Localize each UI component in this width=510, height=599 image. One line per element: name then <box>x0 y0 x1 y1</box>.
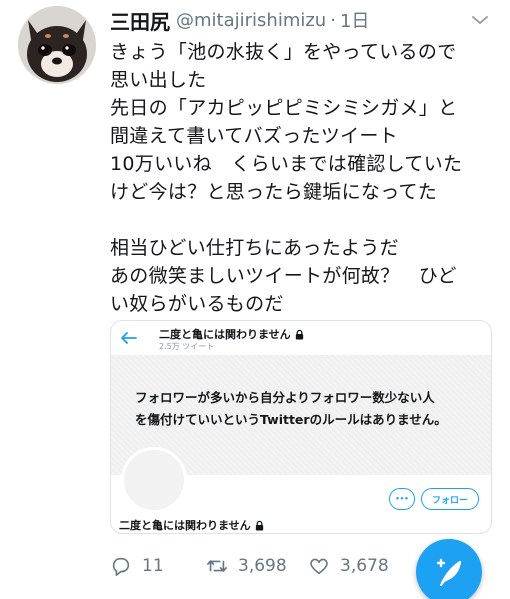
card-profile-name-text: 二度と亀には関わりません <box>119 519 251 532</box>
tweet-text-line: きょう「池の水抜く」をやっているので <box>110 41 457 63</box>
lock-icon <box>295 329 303 340</box>
follow-button[interactable]: フォロー <box>421 488 479 510</box>
tweet-text-line: 相当ひどい仕打ちにあったようだ <box>110 237 399 259</box>
more-options-button[interactable]: ••• <box>389 488 415 510</box>
reply-count: 11 <box>142 556 164 576</box>
user-avatar[interactable] <box>18 6 96 84</box>
card-profile-name: 二度と亀には関わりません <box>119 517 265 533</box>
display-name[interactable]: 三田尻 <box>110 6 170 35</box>
embedded-screenshot-card[interactable]: 二度と亀には関わりません 2.5万 ツイート フォロワーが多いから自分よりフォロ… <box>110 320 492 534</box>
compose-feather-icon <box>436 558 462 586</box>
lock-icon <box>255 520 263 531</box>
tweet-timestamp[interactable]: 1日 <box>340 7 369 33</box>
back-arrow-icon[interactable] <box>119 331 137 345</box>
reply-icon <box>112 557 130 576</box>
tweet-text: きょう「池の水抜く」をやっているので 思い出した 先日の「アカピッピピミシミシガ… <box>110 38 502 318</box>
tweet-text-line: けど今は？と思ったら鍵垢になってた <box>110 181 438 203</box>
banner-text-line: を傷付けていいというTwitterのルールはありません。 <box>135 412 447 427</box>
tweet-text-line: 10万いいね くらいまでは確認していた <box>110 153 463 175</box>
card-header: 二度と亀には関わりません 2.5万 ツイート <box>111 321 491 355</box>
banner-text-line: フォロワーが多いから自分よりフォロワー数少ない人 <box>135 390 435 405</box>
tweet-text-line: 間違えて書いてバズったツイート <box>110 125 398 147</box>
tweet-text-line: い奴らがいるものだ <box>110 293 284 315</box>
tweet-text-line: 先日の「アカピッピピミシミシガメ」と <box>110 97 458 119</box>
more-dots-icon: ••• <box>395 495 409 503</box>
separator-dot: · <box>330 9 336 31</box>
compose-tweet-button[interactable] <box>416 539 482 599</box>
card-profile-title: 二度と亀には関わりません <box>159 326 305 342</box>
like-count: 3,678 <box>340 556 389 576</box>
tweet-text-line: 思い出した <box>110 69 207 91</box>
tweet-header: 三田尻 @mitajirishimizu · 1日 <box>110 6 490 34</box>
card-tweet-count: 2.5万 ツイート <box>159 342 215 351</box>
retweet-icon <box>207 560 227 572</box>
chihuahua-avatar-image <box>18 6 96 84</box>
user-handle[interactable]: @mitajirishimizu <box>176 10 326 31</box>
retweet-button[interactable]: 3,698 <box>206 552 287 580</box>
tweet-text-line: あの微笑ましいツイートが何故？ ひど <box>110 265 457 287</box>
retweet-count: 3,698 <box>238 556 287 576</box>
heart-icon <box>310 558 328 575</box>
tweet-actions: 11 3,698 3,678 <box>110 552 410 580</box>
banner-text: フォロワーが多いから自分よりフォロワー数少ない人 を傷付けていいというTwitt… <box>135 387 447 431</box>
card-profile-avatar[interactable] <box>121 447 187 513</box>
like-button[interactable]: 3,678 <box>308 552 389 580</box>
reply-button[interactable]: 11 <box>110 552 164 580</box>
card-title-text: 二度と亀には関わりません <box>159 328 291 341</box>
chevron-down-icon[interactable] <box>470 10 490 30</box>
tweet[interactable]: 三田尻 @mitajirishimizu · 1日 きょう「池の水抜く」をやって… <box>0 0 510 599</box>
tweet-text-line <box>110 206 502 234</box>
